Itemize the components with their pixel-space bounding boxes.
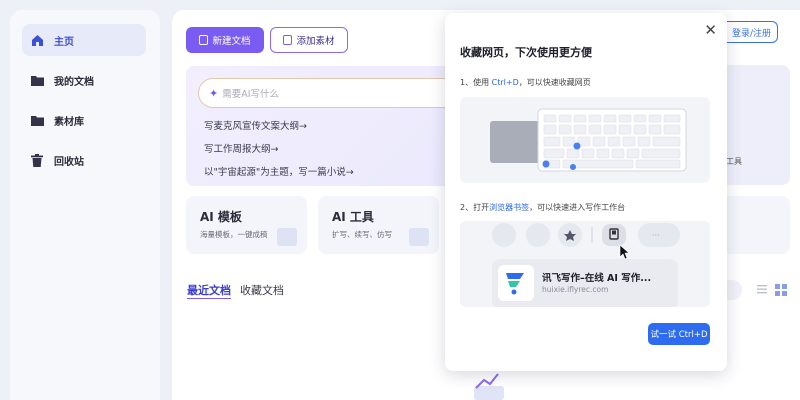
sidebar-item-label: 素材库 [54, 116, 84, 128]
new-document-button[interactable]: 新建文档 [186, 27, 264, 53]
hero-right-text: 工具 [726, 157, 742, 166]
card-title: AI 工具 [332, 210, 374, 224]
bookmark-url: huixie.iflyrec.com [542, 285, 609, 294]
suggestion-item[interactable]: 写麦克风宣传文案大纲→ [204, 118, 307, 132]
card-title: AI 模板 [200, 210, 242, 224]
ai-tools-card[interactable]: AI 工具 扩写、续写、仿写 [318, 196, 439, 254]
close-icon[interactable]: ✕ [704, 21, 717, 39]
step-two-text: 2、打开浏览器书签，可以快速进入写作工作台 [460, 202, 625, 213]
folder-illustration-icon [409, 228, 429, 246]
empty-state-illustration [474, 373, 504, 400]
list-view-icon[interactable] [757, 284, 767, 294]
document-icon [199, 35, 209, 45]
step-two-prefix: 2、打开 [460, 203, 490, 212]
sparkle-icon: ✦ [209, 86, 219, 100]
step-two-suffix: ，可以快速进入写作工作台 [529, 203, 626, 212]
card-edge [726, 196, 790, 254]
sidebar-item-label: 回收站 [54, 156, 84, 168]
bookmark-tip-popup: ✕ 收藏网页，下次使用更方便 1、使用 Ctrl+D，可以快速收藏网页 2、打开… [445, 13, 727, 371]
ai-writing-panel: ✦ 需要AI写什么 写麦克风宣传文案大纲→ 写工作周报大纲→ 以"宇宙起源"为主… [186, 66, 458, 186]
sidebar: 主页 我的文档 素材库 回收站 [10, 10, 160, 400]
sidebar-item-materials[interactable]: 素材库 [22, 104, 146, 136]
folder-icon [30, 113, 44, 127]
add-material-button[interactable]: 添加素材 [270, 27, 348, 53]
tab-favorite-docs[interactable]: 收藏文档 [240, 282, 284, 298]
bookmark-link-text: 浏览器书签 [489, 203, 530, 212]
ai-prompt-placeholder: 需要AI写什么 [222, 89, 280, 100]
keyboard-illustration [460, 97, 710, 183]
sidebar-item-trash[interactable]: 回收站 [22, 144, 146, 176]
bookmark-illustration: ··· 讯飞写作–在线 AI 写作... huixie.iflyrec.com [460, 221, 710, 307]
tab-recent-docs[interactable]: 最近文档 [187, 282, 231, 298]
sidebar-item-label: 主页 [54, 36, 74, 48]
ai-writing-panel-edge [726, 65, 790, 185]
try-shortcut-button[interactable]: 试一试 Ctrl+D [648, 323, 710, 345]
grid-view-icon[interactable] [775, 284, 787, 296]
step-one-prefix: 1、使用 [460, 78, 492, 87]
suggestion-item[interactable]: 写工作周报大纲→ [204, 141, 278, 155]
add-material-label: 添加素材 [296, 36, 335, 47]
sidebar-item-home[interactable]: 主页 [22, 24, 146, 56]
folder-icon [30, 73, 44, 87]
popup-title: 收藏网页，下次使用更方便 [460, 46, 592, 59]
sidebar-item-label: 我的文档 [54, 76, 94, 88]
folder-illustration-icon [277, 228, 297, 246]
ai-template-card[interactable]: AI 模板 海量模板，一键成稿 [186, 196, 307, 254]
step-one-text: 1、使用 Ctrl+D，可以快速收藏网页 [460, 77, 591, 88]
bookmark-title: 讯飞写作–在线 AI 写作... [542, 273, 652, 284]
svg-text:···: ··· [652, 231, 660, 240]
suggestion-item[interactable]: 以"宇宙起源"为主题，写一篇小说→ [204, 164, 354, 178]
trash-icon [30, 153, 44, 167]
sidebar-item-my-docs[interactable]: 我的文档 [22, 64, 146, 96]
material-icon [283, 35, 293, 45]
new-document-label: 新建文档 [212, 36, 251, 47]
ai-prompt-input[interactable]: ✦ 需要AI写什么 [198, 78, 458, 108]
step-one-suffix: ，可以快速收藏网页 [518, 78, 591, 87]
home-icon [30, 33, 44, 47]
shortcut-key-text: Ctrl+D [491, 78, 519, 87]
